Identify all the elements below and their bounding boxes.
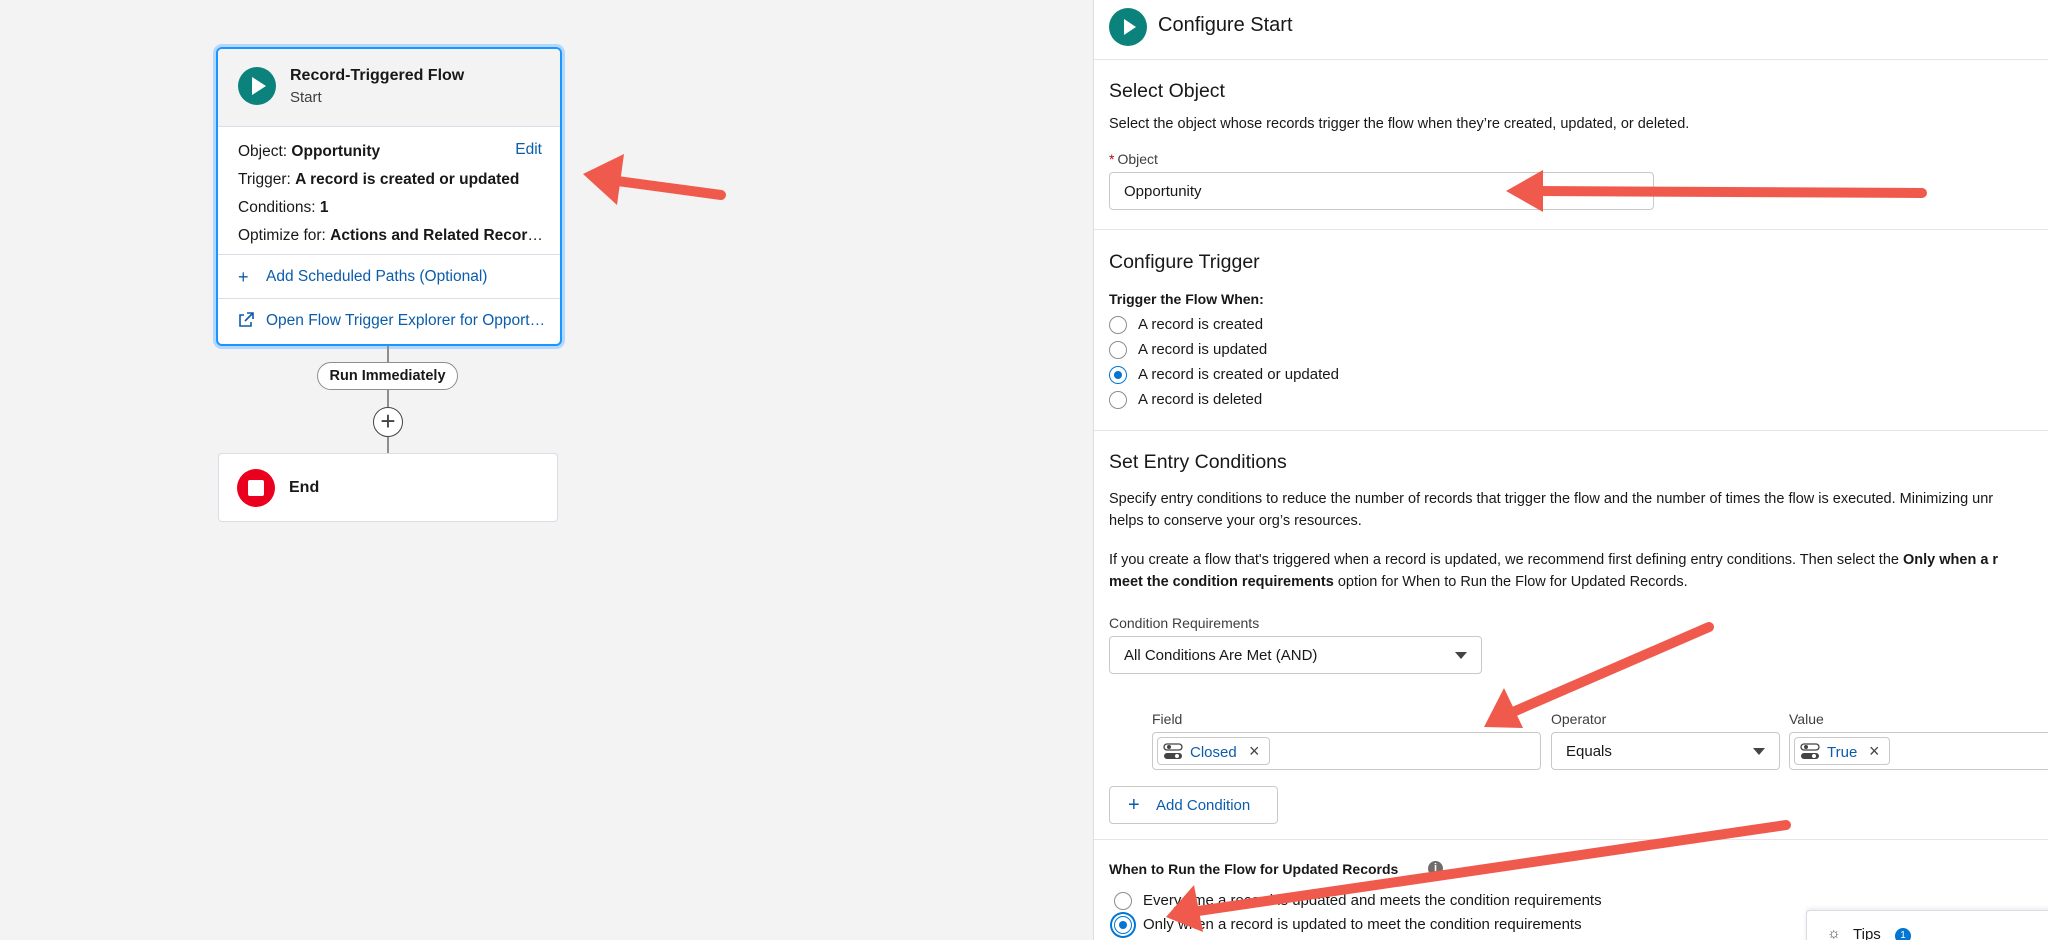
stop-icon bbox=[237, 469, 275, 507]
object-row: Object: Opportunity bbox=[238, 143, 544, 161]
object-value: Opportunity bbox=[291, 143, 381, 160]
edit-link[interactable]: Edit bbox=[515, 141, 542, 159]
start-card-header: Record-Triggered Flow Start bbox=[218, 49, 560, 127]
add-condition-button[interactable]: + Add Condition bbox=[1109, 786, 1278, 824]
optimize-row: Optimize for: Actions and Related Record… bbox=[238, 227, 544, 245]
toggle-icon bbox=[1163, 743, 1183, 759]
external-link-icon bbox=[238, 312, 254, 331]
condition-requirements-label: Condition Requirements bbox=[1109, 615, 1260, 631]
value-pill[interactable]: True × bbox=[1794, 737, 1890, 765]
radio-label: A record is updated bbox=[1138, 341, 1268, 358]
radio-button-selected[interactable] bbox=[1114, 916, 1132, 934]
object-input-value: Opportunity bbox=[1124, 183, 1202, 200]
remove-icon[interactable]: × bbox=[1869, 741, 1880, 762]
radio-button[interactable] bbox=[1109, 316, 1127, 334]
start-card-title: Record-Triggered Flow bbox=[290, 67, 465, 84]
optimize-value: Actions and Related Records bbox=[330, 227, 544, 244]
open-trigger-explorer-label: Open Flow Trigger Explorer for Opportuni… bbox=[266, 312, 546, 329]
remove-icon[interactable]: × bbox=[1249, 741, 1260, 762]
connector-line bbox=[387, 390, 389, 407]
flow-canvas: Record-Triggered Flow Start Object: Oppo… bbox=[0, 0, 1093, 940]
trigger-when-label: Trigger the Flow When: bbox=[1109, 291, 1264, 307]
radio-button[interactable] bbox=[1109, 391, 1127, 409]
condition-field-input[interactable]: Closed × bbox=[1152, 732, 1541, 770]
radio-label: A record is created bbox=[1138, 316, 1264, 333]
configure-start-panel: Configure Start Select Object Select the… bbox=[1093, 0, 2048, 940]
panel-header: Configure Start bbox=[1094, 0, 2048, 60]
configure-trigger-heading: Configure Trigger bbox=[1109, 251, 1260, 273]
field-column-label: Field bbox=[1152, 711, 1183, 727]
object-field-label: * Object bbox=[1109, 151, 1158, 167]
conditions-row: Conditions: 1 bbox=[238, 199, 544, 217]
play-icon bbox=[238, 67, 276, 105]
info-icon[interactable]: i bbox=[1428, 861, 1443, 876]
field-pill[interactable]: Closed × bbox=[1157, 737, 1270, 765]
add-element-button[interactable]: + bbox=[373, 407, 403, 437]
entry-conditions-para1: Specify entry conditions to reduce the n… bbox=[1109, 491, 1994, 529]
end-element-card[interactable]: End bbox=[218, 453, 558, 522]
section-divider bbox=[1094, 430, 2048, 431]
when-to-run-heading: When to Run the Flow for Updated Records bbox=[1109, 861, 1399, 877]
select-object-heading: Select Object bbox=[1109, 80, 1225, 102]
condition-value-input[interactable]: True × bbox=[1789, 732, 2048, 770]
connector-line bbox=[387, 437, 389, 453]
panel-title: Configure Start bbox=[1158, 14, 1293, 36]
trigger-value: A record is created or updated bbox=[295, 171, 520, 188]
tips-tab[interactable]: ☼ Tips 1 bbox=[1806, 910, 2048, 940]
operator-value: Equals bbox=[1566, 743, 1612, 760]
open-trigger-explorer-link[interactable]: Open Flow Trigger Explorer for Opportuni… bbox=[218, 298, 560, 342]
operator-column-label: Operator bbox=[1551, 711, 1607, 727]
chevron-down-icon bbox=[1455, 652, 1467, 659]
condition-requirements-select[interactable]: All Conditions Are Met (AND) bbox=[1109, 636, 1482, 674]
trigger-label: Trigger: bbox=[238, 171, 291, 188]
trigger-row: Trigger: A record is created or updated bbox=[238, 171, 544, 189]
connector-line bbox=[387, 346, 389, 362]
tips-label: Tips bbox=[1853, 926, 1881, 940]
value-column-label: Value bbox=[1789, 711, 1824, 727]
play-icon bbox=[1109, 8, 1147, 46]
condition-requirements-value: All Conditions Are Met (AND) bbox=[1124, 647, 1318, 664]
radio-button[interactable] bbox=[1114, 892, 1132, 910]
tips-count-badge: 1 bbox=[1895, 928, 1911, 940]
plus-icon: + bbox=[238, 267, 249, 287]
chevron-down-icon bbox=[1753, 748, 1765, 755]
optimize-label: Optimize for: bbox=[238, 227, 326, 244]
conditions-label: Conditions: bbox=[238, 199, 316, 216]
radio-label: A record is deleted bbox=[1138, 391, 1263, 408]
section-divider bbox=[1094, 229, 2048, 230]
select-object-description: Select the object whose records trigger … bbox=[1109, 116, 1690, 132]
object-input[interactable]: Opportunity bbox=[1109, 172, 1654, 210]
end-label: End bbox=[289, 479, 320, 496]
start-element-card[interactable]: Record-Triggered Flow Start Object: Oppo… bbox=[216, 47, 562, 346]
plus-icon: + bbox=[1128, 794, 1140, 816]
radio-button[interactable] bbox=[1109, 341, 1127, 359]
conditions-value: 1 bbox=[319, 199, 329, 216]
radio-button-selected[interactable] bbox=[1109, 366, 1127, 384]
add-scheduled-paths-label: Add Scheduled Paths (Optional) bbox=[266, 268, 488, 285]
required-asterisk: * bbox=[1109, 151, 1115, 167]
run-immediately-label[interactable]: Run Immediately bbox=[317, 362, 458, 390]
value-pill-label: True bbox=[1827, 744, 1858, 761]
object-label: Object: bbox=[238, 143, 288, 160]
radio-label: Only when a record is updated to meet th… bbox=[1143, 916, 1582, 933]
start-card-subtitle: Start bbox=[290, 89, 322, 106]
add-condition-label: Add Condition bbox=[1156, 797, 1251, 814]
lightbulb-icon: ☼ bbox=[1827, 925, 1841, 940]
add-scheduled-paths-link[interactable]: + Add Scheduled Paths (Optional) bbox=[218, 254, 560, 298]
field-pill-label: Closed bbox=[1190, 744, 1237, 761]
radio-label: Every time a record is updated and meets… bbox=[1143, 892, 1602, 909]
entry-conditions-para2: If you create a flow that's triggered wh… bbox=[1109, 552, 1999, 590]
radio-label: A record is created or updated bbox=[1138, 366, 1339, 383]
condition-operator-select[interactable]: Equals bbox=[1551, 732, 1780, 770]
section-divider bbox=[1094, 839, 2048, 840]
toggle-icon bbox=[1800, 743, 1820, 759]
entry-conditions-heading: Set Entry Conditions bbox=[1109, 451, 1287, 473]
